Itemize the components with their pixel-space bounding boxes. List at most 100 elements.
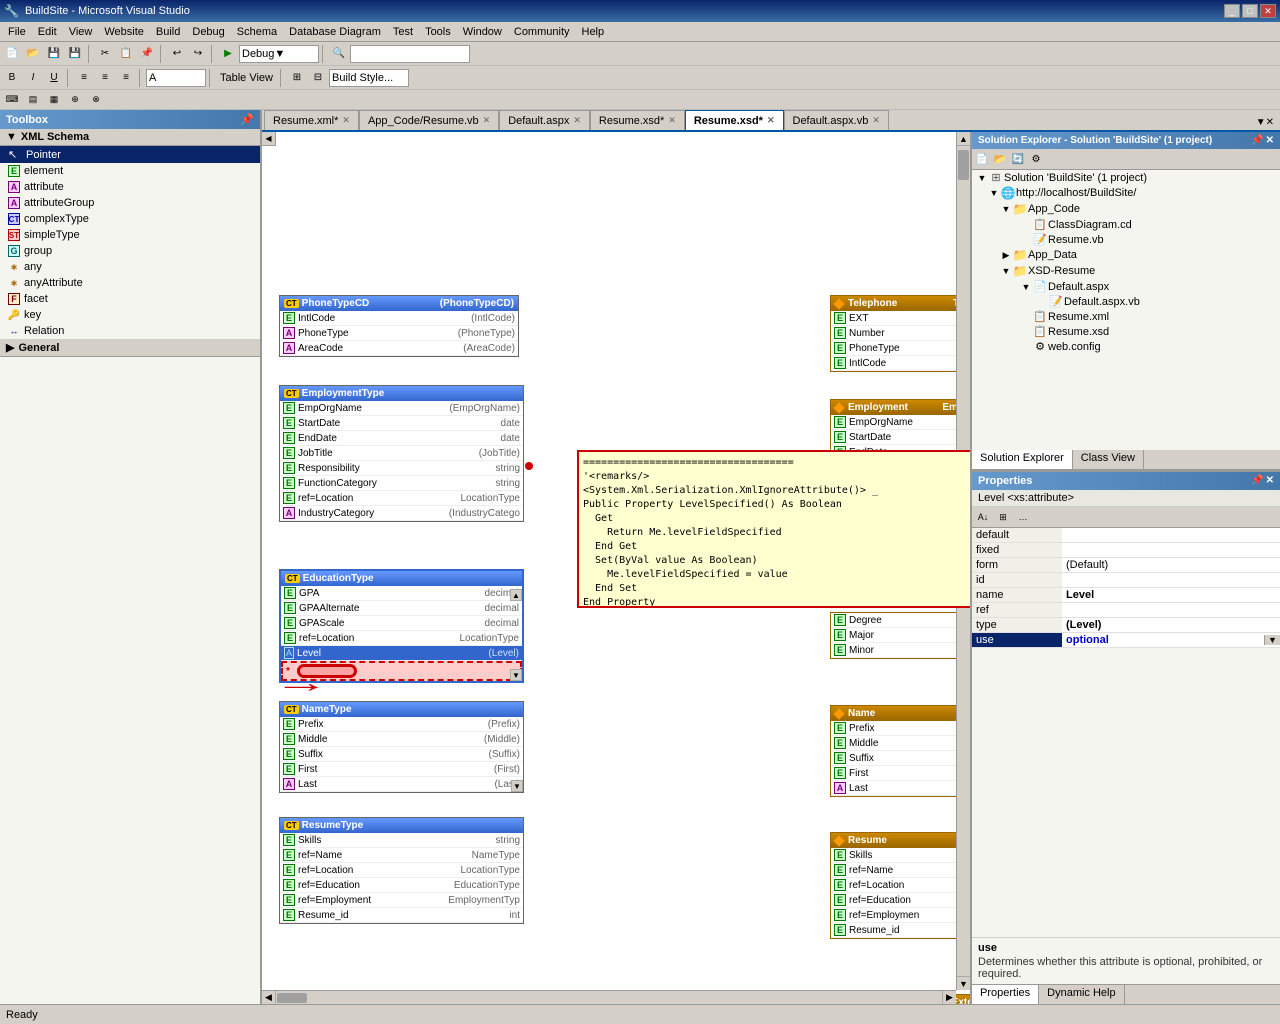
name-scroll-down[interactable]: ▼ xyxy=(511,780,523,792)
find-button[interactable]: 🔍 xyxy=(329,45,349,63)
dropdown-arrow-icon[interactable]: ▼ xyxy=(1264,635,1280,645)
prop-id-value[interactable] xyxy=(1062,573,1280,588)
toolbox-simpletype[interactable]: ST simpleType xyxy=(0,227,260,243)
schema-btn1[interactable]: ⊞ xyxy=(287,69,307,87)
tab-close-4[interactable]: ✕ xyxy=(668,115,676,126)
prop-type-value[interactable]: (Level) xyxy=(1062,618,1280,633)
prop-form-value[interactable]: (Default) xyxy=(1062,558,1280,573)
edu-scroll-up[interactable]: ▲ xyxy=(510,589,522,601)
tab-sol-explorer[interactable]: Solution Explorer xyxy=(972,450,1073,469)
menu-database-diagram[interactable]: Database Diagram xyxy=(283,24,387,40)
tab-dynamic-help[interactable]: Dynamic Help xyxy=(1039,985,1124,1004)
tab-close-1[interactable]: ✕ xyxy=(342,115,350,126)
sol-tb1[interactable]: 📄 xyxy=(974,151,990,167)
toolbox-relation[interactable]: ↔ Relation xyxy=(0,323,260,339)
tab-resume-xml[interactable]: Resume.xml* ✕ xyxy=(264,110,359,130)
toolbox-pointer[interactable]: ↖ Pointer xyxy=(0,146,260,163)
maximize-button[interactable]: □ xyxy=(1242,4,1258,18)
sol-classdiagram[interactable]: 📋 ClassDiagram.cd xyxy=(972,217,1280,232)
debug-dropdown[interactable]: Debug ▼ xyxy=(239,45,319,63)
toolbox-any[interactable]: ∗ any xyxy=(0,259,260,275)
sol-app-data[interactable]: ▶ 📁 App_Data xyxy=(972,247,1280,263)
vscroll-up[interactable]: ▲ xyxy=(957,132,970,146)
toolbox-attributegroup[interactable]: A attributeGroup xyxy=(0,195,260,211)
save-button[interactable]: 💾 xyxy=(44,45,64,63)
scroll-up-left[interactable]: ◀ xyxy=(262,132,276,146)
extra-btn5[interactable]: ⊗ xyxy=(86,91,106,109)
edu-level-row[interactable]: A Level (Level) xyxy=(281,646,522,661)
menu-window[interactable]: Window xyxy=(457,24,508,40)
toolbox-pin[interactable]: 📌 xyxy=(240,113,254,126)
toolbox-facet[interactable]: F facet xyxy=(0,291,260,307)
sol-site[interactable]: ▼ 🌐 http://localhost/BuildSite/ xyxy=(972,185,1280,201)
menu-tools[interactable]: Tools xyxy=(419,24,457,40)
tab-close-5[interactable]: ✕ xyxy=(767,115,775,126)
menu-edit[interactable]: Edit xyxy=(32,24,63,40)
build-style-dropdown[interactable]: Build Style... xyxy=(329,69,409,87)
sol-resume-xml[interactable]: 📋 Resume.xml xyxy=(972,309,1280,324)
run-button[interactable]: ▶ xyxy=(218,45,238,63)
sol-tb2[interactable]: 📂 xyxy=(992,151,1008,167)
align-center[interactable]: ≡ xyxy=(95,69,115,87)
menu-website[interactable]: Website xyxy=(98,24,150,40)
schema-btn2[interactable]: ⊟ xyxy=(308,69,328,87)
toolbox-anyattribute[interactable]: ∗ anyAttribute xyxy=(0,275,260,291)
prop-fixed-value[interactable] xyxy=(1062,543,1280,558)
menu-file[interactable]: File xyxy=(2,24,32,40)
sol-default-aspx[interactable]: ▼ 📄 Default.aspx xyxy=(972,279,1280,294)
vscroll-down[interactable]: ▼ xyxy=(957,976,970,990)
menu-debug[interactable]: Debug xyxy=(186,24,230,40)
toolbox-complextype[interactable]: CT complexType xyxy=(0,211,260,227)
edu-scroll-down[interactable]: ▼ xyxy=(510,669,522,681)
minimize-button[interactable]: _ xyxy=(1224,4,1240,18)
menu-build[interactable]: Build xyxy=(150,24,186,40)
extra-btn1[interactable]: ⌨ xyxy=(2,91,22,109)
menu-community[interactable]: Community xyxy=(508,24,576,40)
extra-btn3[interactable]: ▦ xyxy=(44,91,64,109)
close-button[interactable]: ✕ xyxy=(1260,4,1276,18)
hscroll-right[interactable]: ▶ xyxy=(942,991,956,1005)
hscroll-left[interactable]: ◀ xyxy=(262,991,276,1005)
menu-view[interactable]: View xyxy=(63,24,99,40)
tab-properties[interactable]: Properties xyxy=(972,985,1039,1004)
props-close[interactable]: ✕ xyxy=(1266,475,1274,487)
tab-close-6[interactable]: ✕ xyxy=(872,115,880,126)
format-btn3[interactable]: U xyxy=(44,69,64,87)
vscroll-thumb[interactable] xyxy=(958,150,969,180)
toolbox-section-general[interactable]: ▶ General xyxy=(0,339,260,357)
sol-xsd-resume[interactable]: ▼ 📁 XSD-Resume xyxy=(972,263,1280,279)
hscroll-thumb[interactable] xyxy=(277,993,307,1003)
menu-help[interactable]: Help xyxy=(576,24,611,40)
prop-name-value[interactable]: Level xyxy=(1062,588,1280,603)
schema-hscroll[interactable]: ◀ ▶ xyxy=(262,990,956,1004)
tab-close-2[interactable]: ✕ xyxy=(483,115,491,126)
new-project-button[interactable]: 📄 xyxy=(2,45,22,63)
tab-app-code-resume[interactable]: App_Code/Resume.vb ✕ xyxy=(359,110,499,130)
sol-pin[interactable]: 📌 xyxy=(1251,135,1263,146)
menu-test[interactable]: Test xyxy=(387,24,419,40)
props-extra[interactable]: … xyxy=(1014,509,1032,525)
toolbox-element[interactable]: E element xyxy=(0,163,260,179)
tab-resume-xsd-2[interactable]: Resume.xsd* ✕ xyxy=(685,110,784,130)
sol-close[interactable]: ✕ xyxy=(1266,135,1274,146)
tab-overflow[interactable]: ▼✕ xyxy=(1252,115,1278,130)
open-button[interactable]: 📂 xyxy=(23,45,43,63)
props-categorized[interactable]: ⊞ xyxy=(994,509,1012,525)
toolbox-section-xml[interactable]: ▼ XML Schema xyxy=(0,129,260,146)
tab-close-3[interactable]: ✕ xyxy=(573,115,581,126)
sol-default-aspx-vb[interactable]: 📝 Default.aspx.vb xyxy=(972,294,1280,309)
sol-root[interactable]: ▼ ⊞ Solution 'BuildSite' (1 project) xyxy=(972,170,1280,185)
menu-schema[interactable]: Schema xyxy=(231,24,283,40)
format-btn2[interactable]: I xyxy=(23,69,43,87)
toolbox-group[interactable]: G group xyxy=(0,243,260,259)
prop-use-value[interactable]: optional ▼ xyxy=(1062,633,1280,648)
tab-default-aspx[interactable]: Default.aspx ✕ xyxy=(499,110,590,130)
sol-resume-xsd[interactable]: 📋 Resume.xsd xyxy=(972,324,1280,339)
props-alphabetical[interactable]: A↓ xyxy=(974,509,992,525)
copy-button[interactable]: 📋 xyxy=(116,45,136,63)
toolbox-key[interactable]: 🔑 key xyxy=(0,307,260,323)
toolbox-attribute[interactable]: A attribute xyxy=(0,179,260,195)
font-size[interactable]: A xyxy=(146,69,206,87)
props-pin[interactable]: 📌 xyxy=(1251,475,1263,487)
align-right[interactable]: ≡ xyxy=(116,69,136,87)
